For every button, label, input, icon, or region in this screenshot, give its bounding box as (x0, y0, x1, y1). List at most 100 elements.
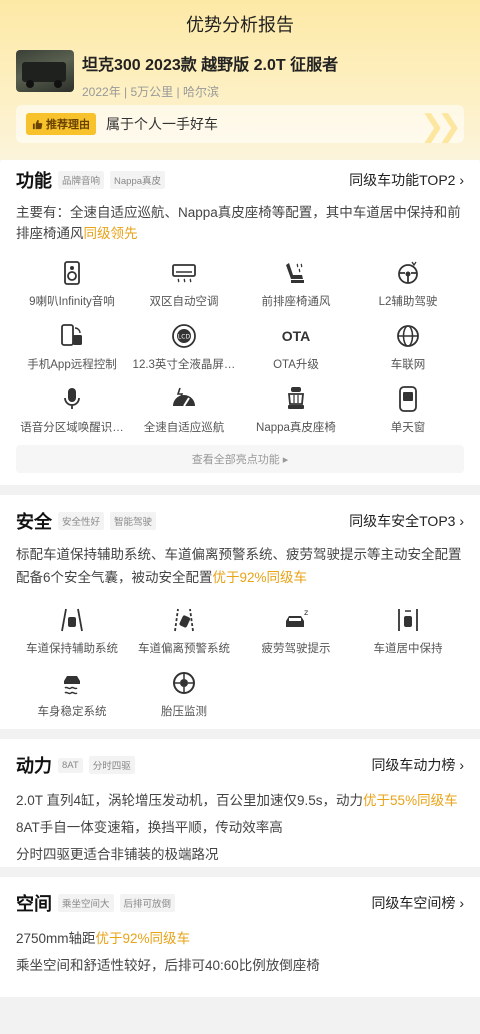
chevron-right-icon: › (459, 172, 464, 188)
safety-title: 安全 (16, 512, 52, 532)
view-all-features-button[interactable]: 查看全部亮点功能 ▸ (16, 445, 464, 473)
car-summary[interactable]: 坦克300 2023款 越野版 2.0T 征服者 2022年 | 5万公里 | … (0, 40, 480, 99)
feature-item[interactable]: 车身稳定系统 (16, 670, 128, 719)
safety-desc-highlight: 优于92%同级车 (212, 570, 308, 585)
recommend-reason-tag-label: 推荐理由 (46, 119, 90, 131)
feature-item[interactable]: Nappa真皮座椅 (240, 386, 352, 435)
safety-section: 安全 安全性好 智能驾驶 同级车安全TOP3 › 标配车道保持辅助系统、车道偏离… (0, 495, 480, 729)
power-desc-text: 2.0T 直列4缸，涡轮增压发动机，百公里加速仅9.5s，动力 (16, 793, 364, 808)
function-title: 功能 (16, 171, 52, 191)
feature-item[interactable]: 语音分区域唤醒识… (16, 386, 128, 435)
feature-item[interactable]: 双区自动空调 (128, 260, 240, 309)
lane-center-icon (398, 609, 418, 631)
feature-item[interactable]: z 疲劳驾驶提示 (240, 607, 352, 656)
space-rank-label: 同级车空间榜 (371, 895, 456, 911)
space-desc-highlight: 优于92%同级车 (95, 931, 191, 946)
ota-icon: OTA (281, 328, 311, 344)
safety-desc-text: 配备6个安全气囊，被动安全配置 (16, 570, 213, 585)
safety-tag: 安全性好 (58, 512, 105, 530)
lane-keep-icon (61, 608, 83, 632)
feature-label: OTA升级 (273, 359, 319, 371)
safety-description: 标配车道保持辅助系统、车道偏离预警系统、疲劳驾驶提示等主动安全配置 配备6个安全… (16, 543, 464, 589)
power-tag: 分时四驱 (88, 756, 135, 774)
power-rank-link[interactable]: 同级车动力榜 › (371, 755, 464, 775)
power-title: 动力 (16, 756, 52, 776)
feature-label: 全速自适应巡航 (143, 422, 225, 434)
space-description: 2750mm轴距优于92%同级车 乘坐空间和舒适性较好，后排可40:60比例放倒… (16, 925, 464, 979)
feature-item[interactable]: 车道保持辅助系统 (16, 607, 128, 656)
recommend-reason-text: 属于个人一手好车 (106, 116, 218, 132)
feature-item[interactable]: 车道居中保持 (352, 607, 464, 656)
feature-item[interactable]: 全速自适应巡航 (128, 386, 240, 435)
phone-remote-icon (61, 324, 82, 346)
feature-label: Nappa真皮座椅 (256, 422, 336, 434)
feature-label: 单天窗 (390, 422, 426, 434)
microphone-icon (64, 388, 80, 409)
safety-rank-label: 同级车安全TOP3 (349, 513, 456, 529)
function-rank-label: 同级车功能TOP2 (349, 172, 456, 188)
page-title: 优势分析报告 (186, 15, 294, 35)
air-conditioner-icon (172, 264, 196, 283)
feature-label: 双区自动空调 (149, 296, 219, 308)
svg-text:LCD: LCD (178, 334, 191, 341)
car-meta: 2022年 | 5万公里 | 哈尔滨 (82, 85, 219, 99)
space-title: 空间 (16, 894, 52, 914)
speaker-icon (64, 261, 80, 285)
power-desc-highlight: 优于55%同级车 (363, 793, 458, 808)
feature-label: 12.3英寸全液晶屏… (132, 359, 236, 371)
power-desc-line: 2.0T 直列4缸，涡轮增压发动机，百公里加速仅9.5s，动力优于55%同级车 (16, 787, 464, 814)
steering-assist-icon (398, 261, 418, 284)
feature-label: 9喇叭Infinity音响 (29, 296, 115, 308)
lcd-gauge-icon: LCD (172, 324, 196, 348)
feature-label: 车道偏离预警系统 (138, 643, 230, 655)
lane-departure-icon (174, 608, 194, 632)
function-tag: 品牌音响 (58, 171, 105, 189)
leather-seat-icon (288, 387, 304, 409)
feature-item[interactable]: 单天窗 (352, 386, 464, 435)
chevron-right-icon: › (459, 895, 464, 911)
seat-ventilation-icon (286, 263, 304, 283)
feature-item[interactable]: 前排座椅通风 (240, 260, 352, 309)
chevron-right-icon: › (459, 513, 464, 529)
feature-label: 车身稳定系统 (37, 706, 107, 718)
power-section: 动力 8AT 分时四驱 同级车动力榜 › 2.0T 直列4缸，涡轮增压发动机，百… (0, 739, 480, 867)
cruise-gauge-icon (173, 387, 195, 407)
feature-item[interactable]: 胎压监测 (128, 670, 240, 719)
svg-text:z: z (304, 608, 308, 617)
recommend-reason-tag: 推荐理由 (26, 113, 96, 135)
feature-item[interactable]: OTA OTA升级 (240, 323, 352, 372)
chevron-right-icon: › (459, 757, 464, 773)
feature-item[interactable]: 9喇叭Infinity音响 (16, 260, 128, 309)
sunroof-icon (399, 386, 417, 412)
feature-item[interactable]: 车联网 (352, 323, 464, 372)
feature-item[interactable]: LCD 12.3英寸全液晶屏… (128, 323, 240, 372)
fatigue-alert-icon: z (286, 608, 308, 627)
space-rank-link[interactable]: 同级车空间榜 › (371, 893, 464, 913)
safety-desc-line: 配备6个安全气囊，被动安全配置优于92%同级车 (16, 566, 464, 589)
function-desc-highlight: 同级领先 (83, 226, 138, 241)
feature-label: L2辅助驾驶 (378, 296, 438, 308)
power-desc-line: 分时四驱更适合非铺装的极端路况 (16, 847, 219, 862)
safety-rank-link[interactable]: 同级车安全TOP3 › (349, 511, 464, 531)
car-name: 坦克300 2023款 越野版 2.0T 征服者 (82, 57, 339, 74)
globe-icon (397, 325, 419, 347)
space-desc-line: 乘坐空间和舒适性较好，后排可40:60比例放倒座椅 (16, 958, 320, 973)
feature-item[interactable]: L2辅助驾驶 (352, 260, 464, 309)
function-description: 主要有：全速自适应巡航、Nappa真皮座椅等配置，其中车道居中保持和前排座椅通风… (16, 202, 464, 244)
space-desc-line: 2750mm轴距优于92%同级车 (16, 925, 464, 952)
car-thumbnail[interactable] (16, 50, 74, 92)
function-rank-link[interactable]: 同级车功能TOP2 › (349, 170, 464, 190)
tire-pressure-icon (173, 672, 195, 694)
safety-grid: 车道保持辅助系统 车道偏离预警系统 z 疲劳驾驶提示 车道居中保持 车身稳定系统… (16, 607, 464, 719)
feature-label: 语音分区域唤醒识… (20, 422, 124, 434)
header-area: 优势分析报告 坦克300 2023款 越野版 2.0T 征服者 2022年 | … (0, 0, 480, 160)
space-tag: 乘坐空间大 (58, 894, 114, 912)
power-description: 2.0T 直列4缸，涡轮增压发动机，百公里加速仅9.5s，动力优于55%同级车 … (16, 787, 464, 868)
function-tag: Nappa真皮 (110, 171, 166, 189)
safety-desc-line: 标配车道保持辅助系统、车道偏离预警系统、疲劳驾驶提示等主动安全配置 (16, 547, 462, 562)
feature-item[interactable]: 手机App远程控制 (16, 323, 128, 372)
stability-icon (64, 676, 80, 695)
space-section: 空间 乘坐空间大 后排可放倒 同级车空间榜 › 2750mm轴距优于92%同级车… (0, 877, 480, 997)
function-section: 功能 品牌音响 Nappa真皮 同级车功能TOP2 › 主要有：全速自适应巡航、… (0, 154, 480, 485)
feature-item[interactable]: 车道偏离预警系统 (128, 607, 240, 656)
